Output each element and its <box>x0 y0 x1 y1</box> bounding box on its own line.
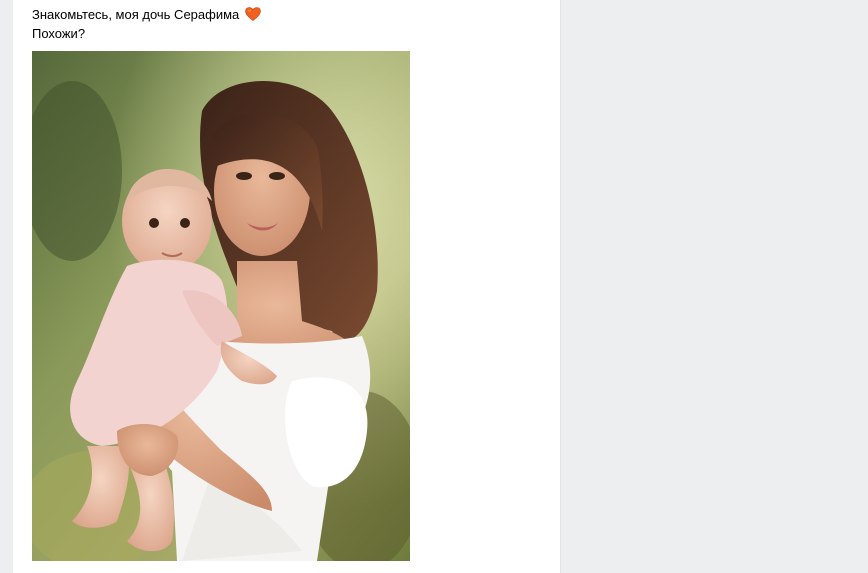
post-text: Знакомьтесь, моя дочь Серафима Похожи? <box>32 5 261 43</box>
mother-and-baby-photo <box>32 51 410 561</box>
post-card: Знакомьтесь, моя дочь Серафима Похожи? <box>13 0 561 573</box>
post-photo[interactable] <box>32 51 410 561</box>
heart-icon <box>245 7 261 21</box>
right-sidebar-area <box>562 0 868 573</box>
left-gutter <box>0 0 13 573</box>
post-text-line-2: Похожи? <box>32 26 86 41</box>
post-text-line-1: Знакомьтесь, моя дочь Серафима <box>32 5 261 24</box>
post-text-line-1-content: Знакомьтесь, моя дочь Серафима <box>32 7 240 22</box>
